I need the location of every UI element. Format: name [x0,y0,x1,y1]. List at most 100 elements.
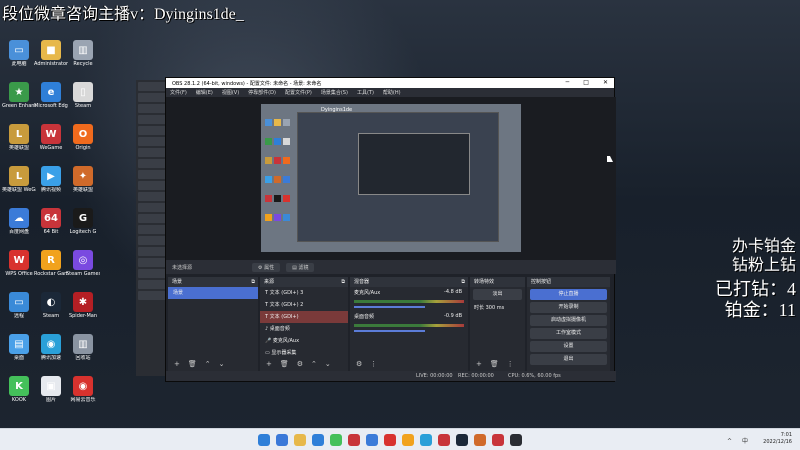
up-icon[interactable]: ⌃ [311,360,317,370]
clock-time: 7:01 [780,432,792,438]
desktop-icon[interactable]: ◐ Steam [34,292,68,319]
remove-icon[interactable]: 🗑 [280,360,289,370]
menu-tools[interactable]: 工具(T) [357,89,374,96]
add-icon[interactable]: + [476,360,482,370]
source-item[interactable]: T 文本 (GDI+) 2 [260,299,348,311]
source-item[interactable]: T 文本 (GDI+) [260,311,348,323]
dock-pin-icon[interactable]: ⧉ [461,277,465,287]
search-icon[interactable] [276,434,288,446]
close-icon[interactable]: ✕ [603,78,608,88]
app-icon[interactable] [438,434,450,446]
menu-scene-collection[interactable]: 场景集合(S) [321,89,348,96]
dock-pin-icon[interactable]: ⧉ [341,277,345,287]
properties-button[interactable]: ⚙ 属性 [252,262,281,272]
desktop-icon[interactable]: W WeGame [34,124,68,151]
file-explorer-icon[interactable] [294,434,306,446]
desktop-icon[interactable]: ★Green Enhanced [2,82,36,109]
more-icon[interactable]: ⋮ [507,360,514,370]
preview-canvas[interactable]: Dyingins1de [261,104,521,252]
remove-icon[interactable]: 🗑 [188,360,197,370]
desktop-icon[interactable]: ☁ 百度网盘 [2,208,36,235]
app-icon[interactable] [384,434,396,446]
add-icon[interactable]: + [174,360,180,370]
obs-window[interactable]: OBS 28.1.2 (64-bit, windows) - 配置文件: 未命名… [165,77,616,382]
desktop-icon[interactable]: ▥ 回收站 [66,334,100,361]
desktop-icon[interactable]: ◎ Steam Games [66,250,100,277]
app-icon[interactable] [492,434,504,446]
desktop-icon[interactable]: ■ Administrator [34,40,68,67]
controls-title: 控制按钮 [531,279,552,285]
desktop-icon[interactable]: ✱ Spider-Man [66,292,100,319]
exit-button[interactable]: 退出 [530,354,607,365]
start-recording-button[interactable]: 开始录制 [530,302,607,313]
desktop-icon[interactable]: ▯ Steam [66,82,100,109]
app-icon[interactable] [420,434,432,446]
gear-icon[interactable]: ⚙ [297,360,303,370]
desktop-icon[interactable]: ◉ 腾讯加速 [34,334,68,361]
menu-profile[interactable]: 配置文件(P) [285,89,312,96]
menu-edit[interactable]: 编辑(E) [196,89,213,96]
menu-view[interactable]: 视图(V) [222,89,239,96]
menu-docks[interactable]: 停靠部件(D) [248,89,276,96]
volume-fader[interactable] [354,306,425,308]
up-icon[interactable]: ⌃ [205,360,211,370]
desktop-icon[interactable]: ▭ 远程 [2,292,36,319]
desktop-icon[interactable]: ▣ 图片 [34,376,68,403]
tray-icons[interactable]: ^ 中 [727,436,752,445]
app-icon[interactable] [366,434,378,446]
transition-select[interactable]: 淡出 [473,289,522,300]
scene-item[interactable]: 场景 [168,287,258,299]
start-icon[interactable] [258,434,270,446]
desktop-icon[interactable]: K KOOK [2,376,36,403]
desktop-icon[interactable]: ▭ 此电脑 [2,40,36,67]
desktop-icon[interactable]: 64 64 Bit [34,208,68,235]
desktop-icon[interactable]: ▶ 腾讯视频 [34,166,68,193]
wechat-icon[interactable] [330,434,342,446]
obs-titlebar[interactable]: OBS 28.1.2 (64-bit, windows) - 配置文件: 未命名… [166,78,614,88]
edge-icon[interactable] [312,434,324,446]
minimize-icon[interactable]: ─ [566,78,570,88]
desktop-icon-label: 腾讯加速 [40,355,61,361]
clock[interactable]: 7:01 2022/12/16 [763,432,792,446]
dock-pin-icon[interactable]: ⧉ [251,277,255,287]
desktop-icon[interactable]: L英雄联盟 WeGame [2,166,36,193]
duration-input[interactable]: 300 ms [486,305,505,311]
app-icon[interactable] [402,434,414,446]
app-icon[interactable] [474,434,486,446]
desktop-icon[interactable]: G Logitech G [66,208,100,235]
source-item[interactable]: ▭ 显示器采集 [260,347,348,359]
studio-mode-button[interactable]: 工作室模式 [530,328,607,339]
obs-icon[interactable] [510,434,522,446]
filters-button[interactable]: ▤ 滤镜 [286,262,315,272]
desktop-icon[interactable]: ▥ Recycle [66,40,100,67]
app-icon: ▯ [73,82,93,102]
more-icon[interactable]: ⋮ [370,360,377,370]
desktop-icon[interactable]: ▤ 桌面 [2,334,36,361]
mixer-settings-icon[interactable]: ⚙ [356,360,362,370]
desktop-icon[interactable]: W WPS Office [2,250,36,277]
menu-file[interactable]: 文件(F) [170,89,187,96]
desktop-icon[interactable]: e Microsoft Edge [34,82,68,109]
source-item[interactable]: T 文本 (GDI+) 3 [260,287,348,299]
channel-name: 桌面音频 [354,314,375,320]
app-icon[interactable] [348,434,360,446]
ime-indicator[interactable]: 中 [742,438,752,445]
source-item[interactable]: 🎤 麦克风/Aux [260,335,348,347]
menu-help[interactable]: 帮助(H) [383,89,401,96]
desktop-icon[interactable]: ◉ 网易云音乐 [66,376,100,403]
maximize-icon[interactable]: □ [583,78,589,88]
source-item[interactable]: ♪ 桌面音频 [260,323,348,335]
remove-icon[interactable]: 🗑 [490,360,499,370]
add-icon[interactable]: + [266,360,272,370]
down-icon[interactable]: ⌄ [325,360,331,370]
desktop-icon[interactable]: O Origin [66,124,100,151]
desktop-icon[interactable]: ✦ 英雄联盟 [66,166,100,193]
down-icon[interactable]: ⌄ [219,360,225,370]
desktop-icon[interactable]: L 英雄联盟 [2,124,36,151]
stop-streaming-button[interactable]: 停止直播 [530,289,607,300]
steam-icon[interactable] [456,434,468,446]
virtual-camera-button[interactable]: 启动虚拟摄像机 [530,315,607,326]
settings-button[interactable]: 设置 [530,341,607,352]
volume-fader[interactable] [354,330,425,332]
desktop-icon[interactable]: RRockstar Games [34,250,68,277]
